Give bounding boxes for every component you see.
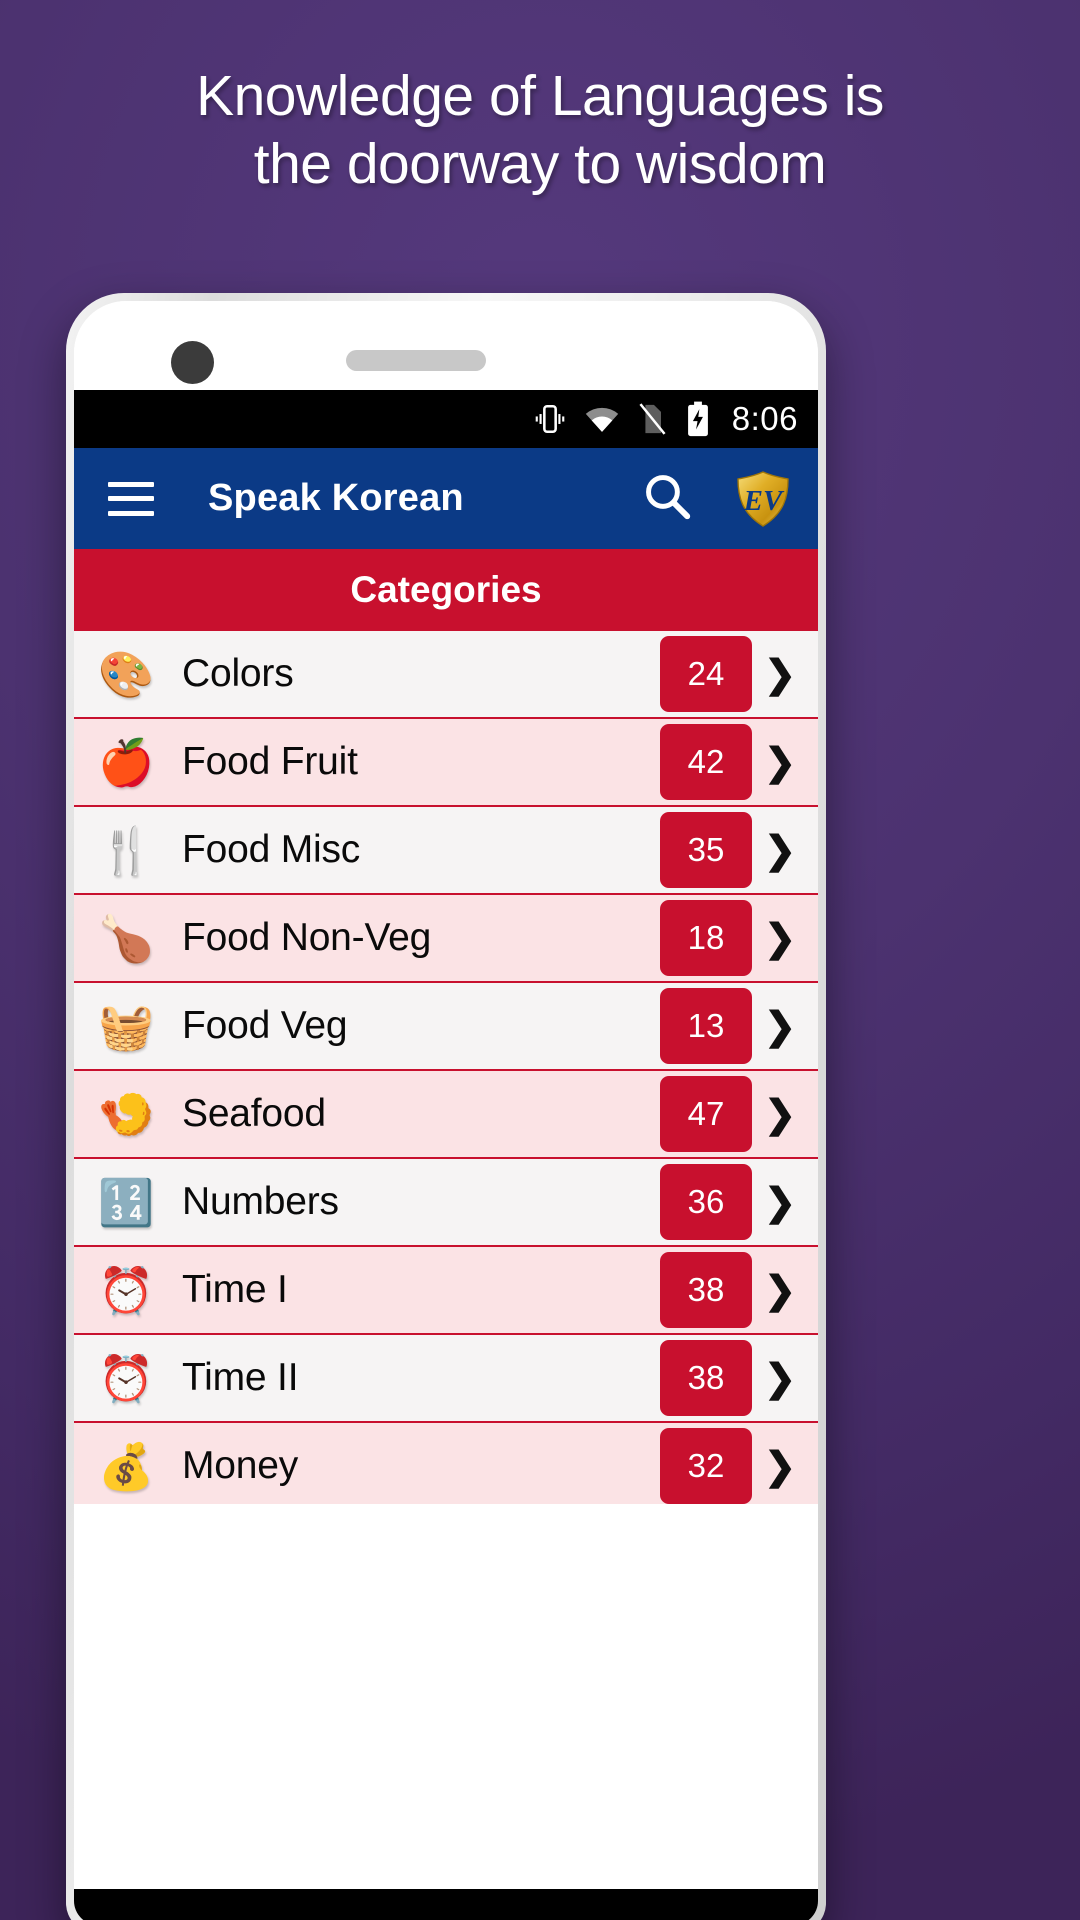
numbers-123-icon: 🔢 xyxy=(97,1176,155,1228)
battery-charging-icon xyxy=(685,401,711,437)
list-item-count-badge: 38 xyxy=(660,1340,752,1416)
alarm-clock-icon: ⏰ xyxy=(97,1264,155,1316)
list-item[interactable]: 🍴 Food Misc 35 ❯ xyxy=(74,807,818,895)
list-item[interactable]: ⏰ Time I 38 ❯ xyxy=(74,1247,818,1335)
categories-header: Categories xyxy=(74,549,818,631)
list-item[interactable]: 🍤 Seafood 47 ❯ xyxy=(74,1071,818,1159)
list-item-count-badge: 18 xyxy=(660,900,752,976)
earpiece-speaker xyxy=(346,350,486,371)
list-item[interactable]: 🧺 Food Veg 13 ❯ xyxy=(74,983,818,1071)
menu-bar-2 xyxy=(108,496,154,501)
list-item-label: Food Non-Veg xyxy=(182,916,432,959)
list-item[interactable]: 💰 Money 32 ❯ xyxy=(74,1423,818,1504)
phone-device-frame: 8:06 Speak Korean EV Categories 🎨 Colors… xyxy=(66,293,826,1920)
vibrate-icon xyxy=(533,402,567,436)
phone-top-bezel xyxy=(74,301,818,390)
chevron-right-icon[interactable]: ❯ xyxy=(752,1356,808,1401)
status-bar: 8:06 xyxy=(74,390,818,448)
wifi-icon xyxy=(584,404,620,434)
chevron-right-icon[interactable]: ❯ xyxy=(752,916,808,961)
list-item-count-badge: 32 xyxy=(660,1428,752,1504)
hamburger-menu-icon[interactable] xyxy=(108,481,154,516)
list-item-label: Seafood xyxy=(182,1092,326,1135)
list-item-count-badge: 35 xyxy=(660,812,752,888)
chevron-right-icon[interactable]: ❯ xyxy=(752,1092,808,1137)
search-icon[interactable] xyxy=(640,469,694,528)
menu-bar-3 xyxy=(108,510,154,516)
front-camera-icon xyxy=(171,341,214,384)
list-item-count-badge: 13 xyxy=(660,988,752,1064)
list-item-label: Food Fruit xyxy=(182,740,358,783)
list-item-label: Time II xyxy=(182,1356,299,1399)
list-item-count-badge: 47 xyxy=(660,1076,752,1152)
list-item-count-badge: 42 xyxy=(660,724,752,800)
list-item-count-badge: 36 xyxy=(660,1164,752,1240)
menu-bar-1 xyxy=(108,481,154,487)
list-item-label: Food Misc xyxy=(182,828,361,871)
list-item-label: Time I xyxy=(182,1268,288,1311)
app-title: Speak Korean xyxy=(208,477,464,519)
navigation-bar xyxy=(74,1889,818,1920)
brand-logo-text: EV xyxy=(743,485,785,517)
list-item-count-badge: 38 xyxy=(660,1252,752,1328)
categories-title: Categories xyxy=(350,569,542,610)
list-item-label: Colors xyxy=(182,652,294,695)
list-item[interactable]: ⏰ Time II 38 ❯ xyxy=(74,1335,818,1423)
list-item[interactable]: 🍎 Food Fruit 42 ❯ xyxy=(74,719,818,807)
phone-screen: 8:06 Speak Korean EV Categories 🎨 Colors… xyxy=(74,301,818,1920)
poultry-leg-icon: 🍗 xyxy=(97,912,155,964)
list-item-label: Money xyxy=(182,1444,299,1487)
chevron-right-icon[interactable]: ❯ xyxy=(752,1180,808,1225)
chevron-right-icon[interactable]: ❯ xyxy=(752,1004,808,1049)
chevron-right-icon[interactable]: ❯ xyxy=(752,1268,808,1313)
chevron-right-icon[interactable]: ❯ xyxy=(752,740,808,785)
palette-icon: 🎨 xyxy=(97,648,155,700)
chevron-right-icon[interactable]: ❯ xyxy=(752,828,808,873)
money-bag-icon: 💰 xyxy=(97,1440,155,1492)
app-bar: Speak Korean EV xyxy=(74,448,818,549)
categories-list[interactable]: 🎨 Colors 24 ❯ 🍎 Food Fruit 42 ❯ 🍴 Food Misc 35 ❯ 🍗 Fo… xyxy=(74,631,818,1504)
fork-knife-icon: 🍴 xyxy=(97,824,155,876)
sim-off-icon xyxy=(637,402,668,436)
list-item-count-badge: 24 xyxy=(660,636,752,712)
status-bar-clock: 8:06 xyxy=(731,400,798,437)
list-item-label: Numbers xyxy=(182,1180,339,1223)
fried-shrimp-icon: 🍤 xyxy=(97,1088,155,1140)
promo-headline: Knowledge of Languages is the doorway to… xyxy=(196,64,884,196)
vegetable-basket-icon: 🧺 xyxy=(97,1000,155,1052)
list-item[interactable]: 🔢 Numbers 36 ❯ xyxy=(74,1159,818,1247)
chevron-right-icon[interactable]: ❯ xyxy=(752,1444,808,1489)
alarm-clock-icon: ⏰ xyxy=(97,1352,155,1404)
brand-logo-ev-shield[interactable]: EV xyxy=(732,468,794,530)
chevron-right-icon[interactable]: ❯ xyxy=(752,652,808,697)
list-item[interactable]: 🎨 Colors 24 ❯ xyxy=(74,631,818,719)
list-item-label: Food Veg xyxy=(182,1004,348,1047)
apple-icon: 🍎 xyxy=(97,736,155,788)
list-item[interactable]: 🍗 Food Non-Veg 18 ❯ xyxy=(74,895,818,983)
